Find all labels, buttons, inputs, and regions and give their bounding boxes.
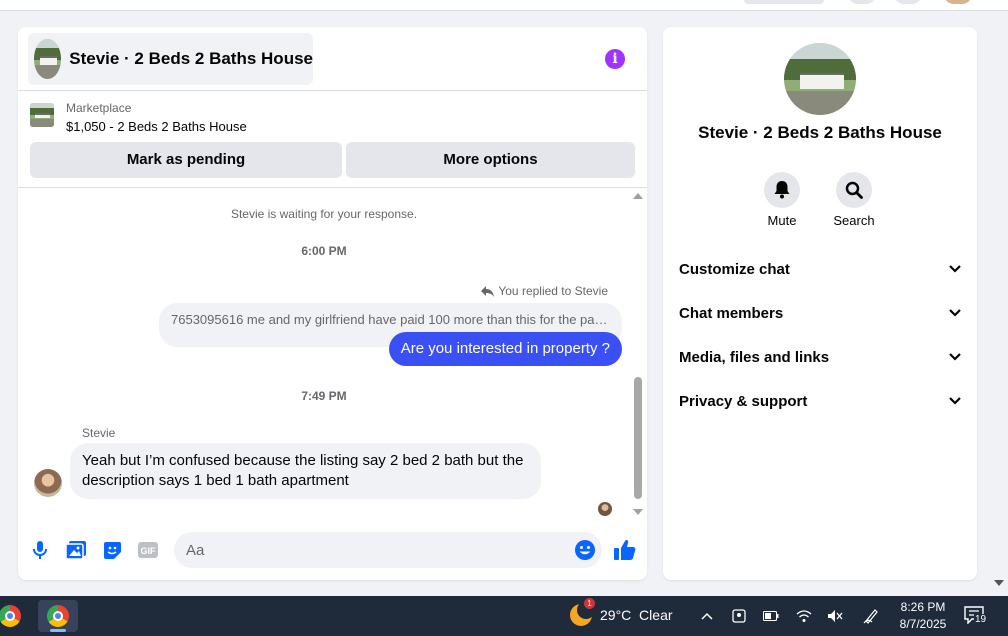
wifi-icon[interactable] xyxy=(794,606,814,626)
scroll-thumb[interactable] xyxy=(634,377,642,499)
outgoing-message[interactable]: Are you interested in property ? xyxy=(388,332,622,366)
meet-now-icon[interactable] xyxy=(729,606,749,626)
svg-text:GIF: GIF xyxy=(141,546,157,556)
listing-avatar xyxy=(34,39,62,79)
taskbar-chrome-app[interactable] xyxy=(0,600,30,632)
replied-note-text: You replied to Stevie xyxy=(498,284,608,298)
top-nav-button[interactable] xyxy=(744,0,824,4)
profile-avatar[interactable] xyxy=(944,0,972,4)
info-icon[interactable]: i xyxy=(605,49,625,69)
thumbs-up-icon[interactable] xyxy=(613,538,637,562)
listing-avatar xyxy=(784,43,856,115)
marketplace-label: Marketplace xyxy=(66,101,132,115)
mark-as-pending-button[interactable]: Mark as pending xyxy=(30,142,342,178)
system-message: Stevie is waiting for your response. xyxy=(230,207,418,221)
taskbar-chrome-profile-app[interactable] xyxy=(38,600,78,632)
pen-icon[interactable] xyxy=(861,606,881,626)
moon-icon: 1 xyxy=(570,598,595,626)
top-nav-strip xyxy=(0,0,1008,11)
search-icon xyxy=(836,172,872,208)
listing-thumbnail[interactable] xyxy=(30,103,54,127)
section-chat-members[interactable]: Chat members xyxy=(679,295,961,331)
section-label: Chat members xyxy=(679,304,784,322)
page-scroll-down-arrow-icon[interactable] xyxy=(994,580,1004,586)
composer: GIF xyxy=(18,527,647,573)
mute-button[interactable]: Mute xyxy=(752,172,812,228)
section-media-files-links[interactable]: Media, files and links xyxy=(679,339,961,375)
section-customize-chat[interactable]: Customize chat xyxy=(679,251,961,287)
speaker-muted-icon[interactable] xyxy=(825,606,845,626)
message-input[interactable] xyxy=(174,532,602,568)
section-label: Privacy & support xyxy=(679,392,808,410)
chevron-down-icon xyxy=(949,309,961,317)
section-label: Customize chat xyxy=(679,260,790,278)
scroll-down-arrow-icon[interactable] xyxy=(633,509,643,515)
weather-widget[interactable]: 1 29°C Clear xyxy=(570,598,673,626)
read-receipt-avatar xyxy=(598,502,612,516)
scroll-up-arrow-icon[interactable] xyxy=(633,193,643,199)
listing-price-title[interactable]: $1,050 - 2 Beds 2 Baths House xyxy=(66,119,247,134)
chat-title-button[interactable]: Stevie · 2 Beds 2 Baths House xyxy=(28,33,313,85)
incoming-message[interactable]: Yeah but I’m confused because the listin… xyxy=(70,443,541,499)
photo-icon[interactable] xyxy=(65,539,87,561)
clock-date: 8/7/2025 xyxy=(899,617,947,631)
chevron-down-icon xyxy=(949,397,961,405)
mute-label: Mute xyxy=(767,213,797,228)
search-button[interactable]: Search xyxy=(824,172,884,228)
section-privacy-support[interactable]: Privacy & support xyxy=(679,383,961,419)
chat-title: Stevie · 2 Beds 2 Baths House xyxy=(69,49,313,68)
sender-avatar[interactable] xyxy=(34,469,62,497)
chrome-icon xyxy=(0,605,21,627)
chevron-up-icon[interactable] xyxy=(697,606,717,626)
weather-text: 29°C Clear xyxy=(600,607,673,623)
section-label: Media, files and links xyxy=(679,348,830,366)
bell-icon xyxy=(764,172,800,208)
chevron-down-icon xyxy=(949,353,961,361)
message-scrollbar[interactable] xyxy=(630,189,647,519)
sticker-icon[interactable] xyxy=(101,539,123,561)
emoji-icon[interactable] xyxy=(574,539,596,561)
timestamp: 7:49 PM xyxy=(301,389,347,403)
conversation-info-panel: Stevie · 2 Beds 2 Baths House Mute Searc… xyxy=(663,27,977,580)
microphone-icon[interactable] xyxy=(29,539,51,561)
weather-badge: 1 xyxy=(584,598,595,609)
more-options-button[interactable]: More options xyxy=(346,142,635,178)
reply-icon xyxy=(481,285,495,297)
replied-note: You replied to Stevie xyxy=(481,284,608,298)
marketplace-listing-bar: Marketplace $1,050 - 2 Beds 2 Baths Hous… xyxy=(18,92,647,188)
info-title: Stevie · 2 Beds 2 Baths House xyxy=(698,123,942,142)
battery-icon[interactable] xyxy=(761,606,781,626)
gif-icon[interactable]: GIF xyxy=(137,539,159,561)
chrome-icon xyxy=(47,605,69,627)
system-clock[interactable]: 8:26 PM 8/7/2025 xyxy=(892,599,954,633)
clock-time: 8:26 PM xyxy=(900,600,946,614)
chevron-down-icon xyxy=(949,265,961,273)
message-list[interactable]: Stevie is waiting for your response. 6:0… xyxy=(18,189,647,519)
search-label: Search xyxy=(833,213,875,228)
notification-count: 19 xyxy=(974,614,988,625)
timestamp: 6:00 PM xyxy=(301,244,347,258)
top-nav-button[interactable] xyxy=(894,0,922,4)
sender-name: Stevie xyxy=(82,426,116,440)
chat-header: Stevie · 2 Beds 2 Baths House i xyxy=(18,27,647,91)
chat-panel: Stevie · 2 Beds 2 Baths House i Marketpl… xyxy=(18,27,647,580)
top-nav-button[interactable] xyxy=(848,0,876,4)
taskbar: 1 29°C Clear 8:26 PM 8/7/2025 19 xyxy=(0,596,1008,636)
